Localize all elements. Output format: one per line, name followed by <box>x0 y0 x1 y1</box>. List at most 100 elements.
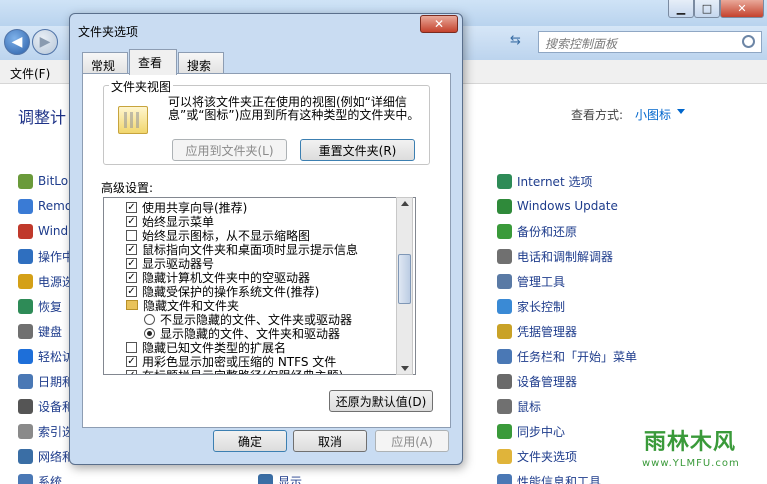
cp-item[interactable]: 轻松访 <box>18 347 74 365</box>
scroll-down-icon[interactable] <box>401 366 409 371</box>
cp-item[interactable]: 系统 <box>18 472 74 484</box>
cp-item[interactable]: 设备管理器 <box>497 372 637 390</box>
maximize-button[interactable]: □ <box>694 0 720 18</box>
cp-item[interactable]: 网络和 <box>18 447 74 465</box>
minimize-button[interactable]: ▁ <box>668 0 694 18</box>
cp-item[interactable]: 性能信息和工具 <box>497 472 637 484</box>
cp-item[interactable]: 管理工具 <box>497 272 637 290</box>
radio-button[interactable] <box>144 327 155 339</box>
cp-item[interactable]: Windows Update <box>497 197 637 215</box>
folder-views-group: 文件夹视图 可以将该文件夹正在使用的视图(例如“详细信息”或“图标”)应用到所有… <box>103 78 430 165</box>
cp-item[interactable]: 键盘 <box>18 322 74 340</box>
cp-item[interactable]: 恢复 <box>18 297 74 315</box>
cp-item-label: Internet 选项 <box>517 174 593 189</box>
checkbox[interactable]: ✓ <box>126 243 137 255</box>
cp-item-label: 性能信息和工具 <box>517 474 602 484</box>
cp-item-label: 系统 <box>38 474 63 484</box>
scrollbar-thumb[interactable] <box>398 254 411 304</box>
cp-item[interactable]: 操作中 <box>18 247 74 265</box>
clock-icon <box>18 373 33 389</box>
cp-item[interactable]: Wind <box>18 222 74 240</box>
settings-checkbox-row[interactable]: ✓ 在标题栏显示完整路径(仅限经典主题) <box>126 368 343 374</box>
credential-icon <box>497 323 512 339</box>
cp-item[interactable]: 鼠标 <box>497 397 637 415</box>
mouse-icon <box>497 398 512 414</box>
search-placeholder: 搜索控制面板 <box>545 37 618 51</box>
cp-item[interactable]: 同步中心 <box>497 422 637 440</box>
checkbox[interactable]: ✓ <box>126 215 137 227</box>
cp-item[interactable]: 设备和 <box>18 397 74 415</box>
checkbox[interactable] <box>126 341 137 353</box>
watermark: 雨林木风 www.YLMFU.com <box>634 418 762 478</box>
cp-item[interactable]: 备份和还原 <box>497 222 637 240</box>
cp-item-label: Wind <box>38 224 69 238</box>
remote-icon <box>18 198 33 214</box>
folder-views-description: 可以将该文件夹正在使用的视图(例如“详细信息”或“图标”)应用到所有这种类型的文… <box>168 95 420 122</box>
menu-file[interactable]: 文件(F) <box>10 65 50 82</box>
apply-to-folders-button[interactable]: 应用到文件夹(L) <box>172 139 287 161</box>
tab-search[interactable]: 搜索 <box>178 52 224 73</box>
ease-access-icon <box>18 348 33 364</box>
admin-tools-icon <box>497 273 512 289</box>
network-icon <box>18 448 33 464</box>
radio-button[interactable] <box>144 313 155 325</box>
flag-icon <box>18 248 33 264</box>
cp-item[interactable]: 凭据管理器 <box>497 322 637 340</box>
page-heading: 调整计 <box>18 108 67 127</box>
cp-item[interactable]: 日期和 <box>18 372 74 390</box>
cp-item[interactable]: 显示 <box>258 472 302 484</box>
cp-item[interactable]: BitLo <box>18 172 74 190</box>
scrollbar[interactable] <box>396 197 413 375</box>
checkbox[interactable]: ✓ <box>126 201 137 213</box>
performance-icon <box>497 473 512 484</box>
cp-item[interactable]: Remo <box>18 197 74 215</box>
cp-item-label: 电话和调制解调器 <box>517 249 614 264</box>
cp-item[interactable]: 家长控制 <box>497 297 637 315</box>
checkbox[interactable]: ✓ <box>126 369 137 374</box>
ok-button[interactable]: 确定 <box>213 430 287 452</box>
cp-item-label: 显示 <box>278 474 303 484</box>
checkbox[interactable] <box>126 229 137 241</box>
chevron-down-icon[interactable] <box>677 109 685 114</box>
parental-icon <box>497 298 512 314</box>
restore-defaults-button[interactable]: 还原为默认值(D) <box>329 390 433 412</box>
bitlocker-icon <box>18 173 33 189</box>
tab-view[interactable]: 查看 <box>129 49 177 75</box>
forward-button[interactable]: ▶ <box>32 29 58 55</box>
cp-item[interactable]: 电话和调制解调器 <box>497 247 637 265</box>
reset-folders-button[interactable]: 重置文件夹(R) <box>300 139 415 161</box>
control-panel-right-column: Internet 选项 Windows Update 备份和还原电话和调制解调器管理… <box>497 172 637 484</box>
refresh-icon: ⇆ <box>510 33 521 48</box>
apply-button[interactable]: 应用(A) <box>375 430 449 452</box>
cp-item-label: 任务栏和「开始」菜单 <box>517 349 638 364</box>
cp-item-label: 键盘 <box>38 324 63 339</box>
cp-item[interactable]: 电源选 <box>18 272 74 290</box>
refresh-button[interactable]: ⇆ <box>510 33 530 51</box>
search-input[interactable]: 搜索控制面板 <box>538 31 762 53</box>
dialog-title: 文件夹选项 <box>78 25 139 39</box>
checkbox[interactable]: ✓ <box>126 355 137 367</box>
cp-item[interactable]: 索引选 <box>18 422 74 440</box>
checkbox[interactable]: ✓ <box>126 257 137 269</box>
phone-icon <box>497 248 512 264</box>
scroll-up-icon[interactable] <box>401 201 409 206</box>
internet-icon <box>497 173 512 189</box>
cp-item-label: 备份和还原 <box>517 224 578 239</box>
printer-icon <box>18 398 33 414</box>
tab-general[interactable]: 常规 <box>82 52 128 73</box>
folder-options-dialog: 文件夹选项 ✕ 常规 查看 搜索 文件夹视图 可以将该文件夹正在使用的视图(例如… <box>69 13 463 465</box>
checkbox[interactable]: ✓ <box>126 271 137 283</box>
checkbox[interactable]: ✓ <box>126 285 137 297</box>
folder-icon <box>497 448 512 464</box>
cp-item[interactable]: Internet 选项 <box>497 172 637 190</box>
cancel-button[interactable]: 取消 <box>293 430 367 452</box>
cp-item[interactable]: 任务栏和「开始」菜单 <box>497 347 637 365</box>
power-icon <box>18 273 33 289</box>
advanced-settings-list[interactable]: ✓ 使用共享向导(推荐) ✓ 始终显示菜单 始终显示图标，从不显示缩略图 ✓ 鼠标指向文件夹… <box>103 197 416 375</box>
view-by-dropdown[interactable]: 小图标 <box>635 106 671 123</box>
close-window-button[interactable]: ✕ <box>720 0 764 18</box>
dialog-close-button[interactable]: ✕ <box>420 15 458 33</box>
cp-item[interactable]: 文件夹选项 <box>497 447 637 465</box>
system-icon <box>18 473 33 484</box>
back-button[interactable]: ◀ <box>4 29 30 55</box>
